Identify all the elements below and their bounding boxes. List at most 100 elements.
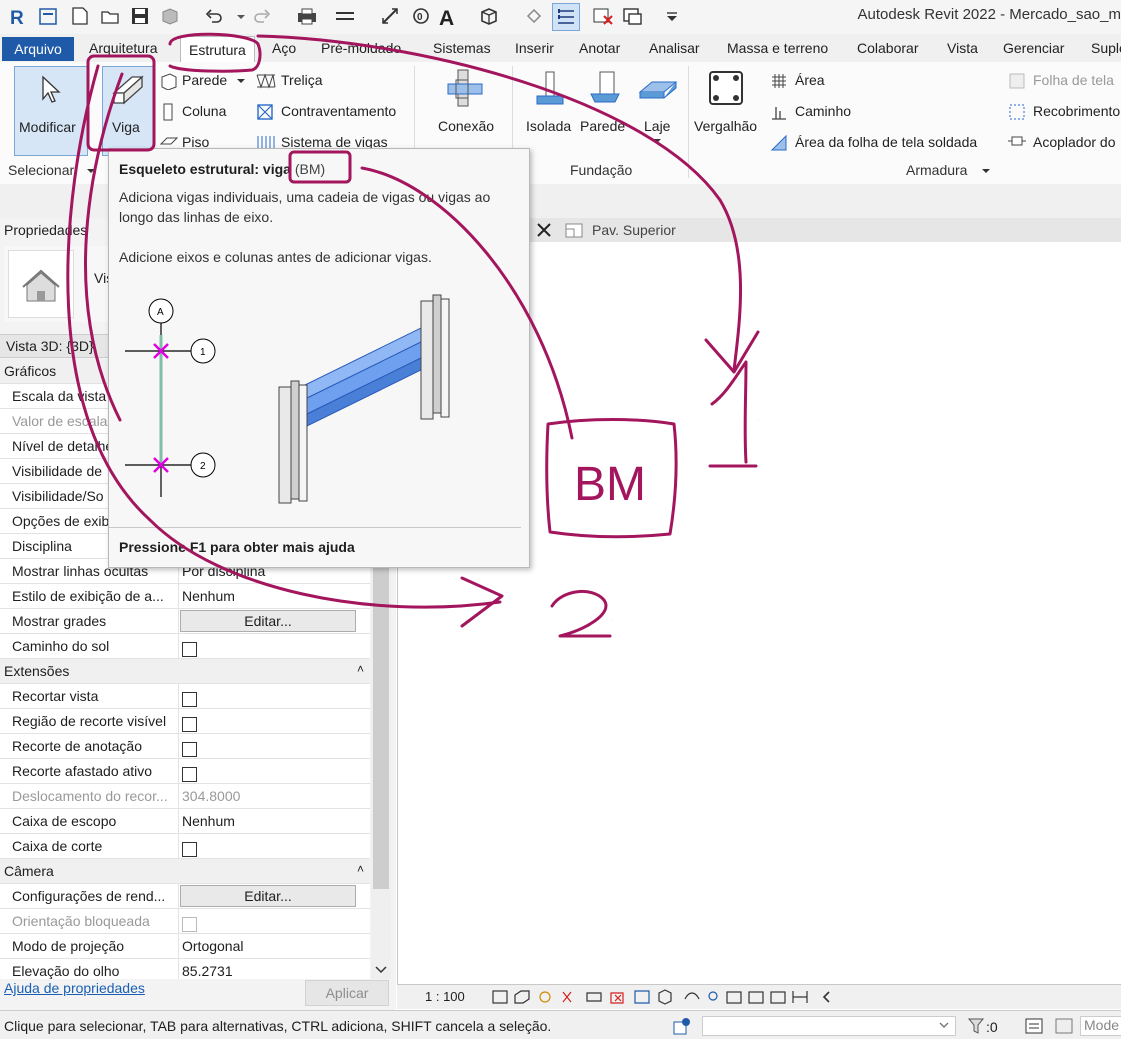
- property-row[interactable]: Recorte de anotação: [0, 734, 370, 759]
- property-value[interactable]: [178, 759, 370, 783]
- property-value[interactable]: [178, 634, 370, 658]
- workset-icon[interactable]: [672, 1016, 692, 1036]
- property-row[interactable]: Recorte afastado ativo: [0, 759, 370, 784]
- edit-button[interactable]: Editar...: [180, 610, 356, 632]
- text-icon[interactable]: A: [438, 6, 458, 30]
- main-model-selector[interactable]: Mode: [1080, 1016, 1121, 1036]
- property-row[interactable]: Região de recorte visível: [0, 709, 370, 734]
- viga-button[interactable]: Viga: [102, 66, 154, 156]
- property-label: Região de recorte visível: [12, 713, 167, 729]
- property-checkbox[interactable]: [182, 742, 197, 758]
- property-checkbox[interactable]: [182, 767, 197, 783]
- fundacao-parede-button[interactable]: Parede: [580, 66, 630, 136]
- property-checkbox[interactable]: [182, 692, 197, 708]
- thin-lines-icon[interactable]: [552, 3, 580, 31]
- property-value[interactable]: 85.2731: [178, 959, 370, 979]
- chevron-down-icon[interactable]: [375, 965, 387, 975]
- property-checkbox[interactable]: [182, 842, 197, 858]
- aligned-dimension-icon[interactable]: [380, 6, 400, 26]
- property-category[interactable]: Extensões ˄: [0, 659, 370, 684]
- property-row[interactable]: Estilo de exibição de a... Nenhum: [0, 584, 370, 609]
- measure-icon[interactable]: [334, 6, 354, 26]
- tab-massa-e-terreno[interactable]: Massa e terreno: [727, 40, 828, 56]
- undo-icon[interactable]: [204, 6, 224, 26]
- vergalhao-button[interactable]: Vergalhão: [694, 66, 762, 136]
- property-value[interactable]: [178, 684, 370, 708]
- property-row[interactable]: Orientação bloqueada: [0, 909, 370, 934]
- save-icon[interactable]: [130, 6, 150, 26]
- tab-anotar[interactable]: Anotar: [579, 40, 620, 56]
- chevron-down-icon[interactable]: [981, 168, 991, 176]
- open-project-icon[interactable]: [38, 6, 58, 26]
- edit-button[interactable]: Editar...: [180, 885, 356, 907]
- property-checkbox[interactable]: [182, 642, 197, 658]
- property-row[interactable]: Modo de projeção Ortogonal: [0, 934, 370, 959]
- 3d-view-icon[interactable]: [478, 6, 498, 26]
- section-icon[interactable]: [524, 6, 544, 26]
- laje-button[interactable]: Laje: [636, 66, 680, 152]
- close-hidden-windows-icon[interactable]: [592, 6, 613, 26]
- collapse-icon[interactable]: ˄: [357, 662, 364, 676]
- property-row[interactable]: Elevação do olho 85.2731: [0, 959, 370, 979]
- tab-analisar[interactable]: Analisar: [649, 40, 700, 56]
- property-value[interactable]: Ortogonal: [178, 934, 370, 958]
- close-icon[interactable]: [536, 222, 552, 238]
- tab-aco[interactable]: Aço: [272, 40, 296, 56]
- property-row[interactable]: Mostrar grades Editar...: [0, 609, 370, 634]
- property-value[interactable]: Editar...: [178, 884, 370, 908]
- select-links-icon[interactable]: [1054, 1016, 1074, 1036]
- folha-de-tela-label: Folha de tela: [1033, 72, 1114, 88]
- property-value[interactable]: Editar...: [178, 609, 370, 633]
- tab-sistemas[interactable]: Sistemas: [433, 40, 491, 56]
- property-value-text: Nenhum: [182, 588, 235, 604]
- print-icon[interactable]: [296, 6, 316, 26]
- collapse-icon[interactable]: ˄: [357, 862, 364, 876]
- tab-arquitetura[interactable]: Arquitetura: [89, 40, 157, 56]
- property-row[interactable]: Caminho do sol: [0, 634, 370, 659]
- viga-label: Viga: [112, 119, 140, 135]
- property-row[interactable]: Caixa de corte: [0, 834, 370, 859]
- editable-only-icon[interactable]: [1024, 1016, 1044, 1036]
- property-value[interactable]: Nenhum: [178, 809, 370, 833]
- isolada-button[interactable]: Isolada: [524, 66, 580, 136]
- switch-windows-icon[interactable]: [622, 6, 642, 26]
- revit-logo-icon[interactable]: R: [8, 6, 28, 29]
- chevron-down-icon[interactable]: [86, 168, 96, 176]
- filter-icon[interactable]: [966, 1016, 986, 1036]
- view-control-icons[interactable]: [491, 987, 851, 1007]
- workset-selector[interactable]: [702, 1016, 956, 1036]
- conexao-button[interactable]: Conexão: [430, 66, 506, 136]
- tab-vista[interactable]: Vista: [947, 40, 978, 56]
- customize-toolbar-icon[interactable]: [666, 6, 686, 26]
- open-folder-icon[interactable]: [100, 6, 120, 26]
- tab-gerenciar[interactable]: Gerenciar: [1003, 40, 1064, 56]
- property-row[interactable]: Configurações de rend... Editar...: [0, 884, 370, 909]
- panel-label-selecionar[interactable]: Selecionar: [8, 162, 74, 178]
- property-row[interactable]: Deslocamento do recor... 304.8000: [0, 784, 370, 809]
- scrollbar-thumb[interactable]: [373, 539, 389, 889]
- tab-inserir[interactable]: Inserir: [515, 40, 554, 56]
- view-scale[interactable]: 1 : 100: [425, 989, 465, 1004]
- tab-suplementos[interactable]: Suple: [1091, 40, 1121, 56]
- apply-button[interactable]: Aplicar: [305, 980, 389, 1006]
- tag-icon[interactable]: 0: [410, 6, 430, 26]
- new-file-icon[interactable]: [70, 6, 90, 26]
- property-row[interactable]: Recortar vista: [0, 684, 370, 709]
- properties-help-link[interactable]: Ajuda de propriedades: [4, 980, 145, 996]
- tab-pre-moldado[interactable]: Pré-moldado: [321, 40, 401, 56]
- sync-icon[interactable]: [160, 6, 180, 26]
- panel-label-armadura[interactable]: Armadura: [906, 162, 967, 178]
- tab-estrutura[interactable]: Estrutura: [180, 36, 255, 63]
- property-row[interactable]: Caixa de escopo Nenhum: [0, 809, 370, 834]
- property-category[interactable]: Câmera ˄: [0, 859, 370, 884]
- tab-colaborar[interactable]: Colaborar: [857, 40, 918, 56]
- property-checkbox[interactable]: [182, 717, 197, 733]
- property-value[interactable]: [178, 709, 370, 733]
- property-value[interactable]: Nenhum: [178, 584, 370, 608]
- property-value[interactable]: [178, 734, 370, 758]
- redo-icon[interactable]: [252, 6, 272, 26]
- tab-arquivo[interactable]: Arquivo: [2, 37, 74, 61]
- property-value[interactable]: [178, 834, 370, 858]
- modificar-button[interactable]: Modificar: [14, 66, 88, 156]
- view-tab-pav-superior[interactable]: Pav. Superior: [592, 222, 676, 238]
